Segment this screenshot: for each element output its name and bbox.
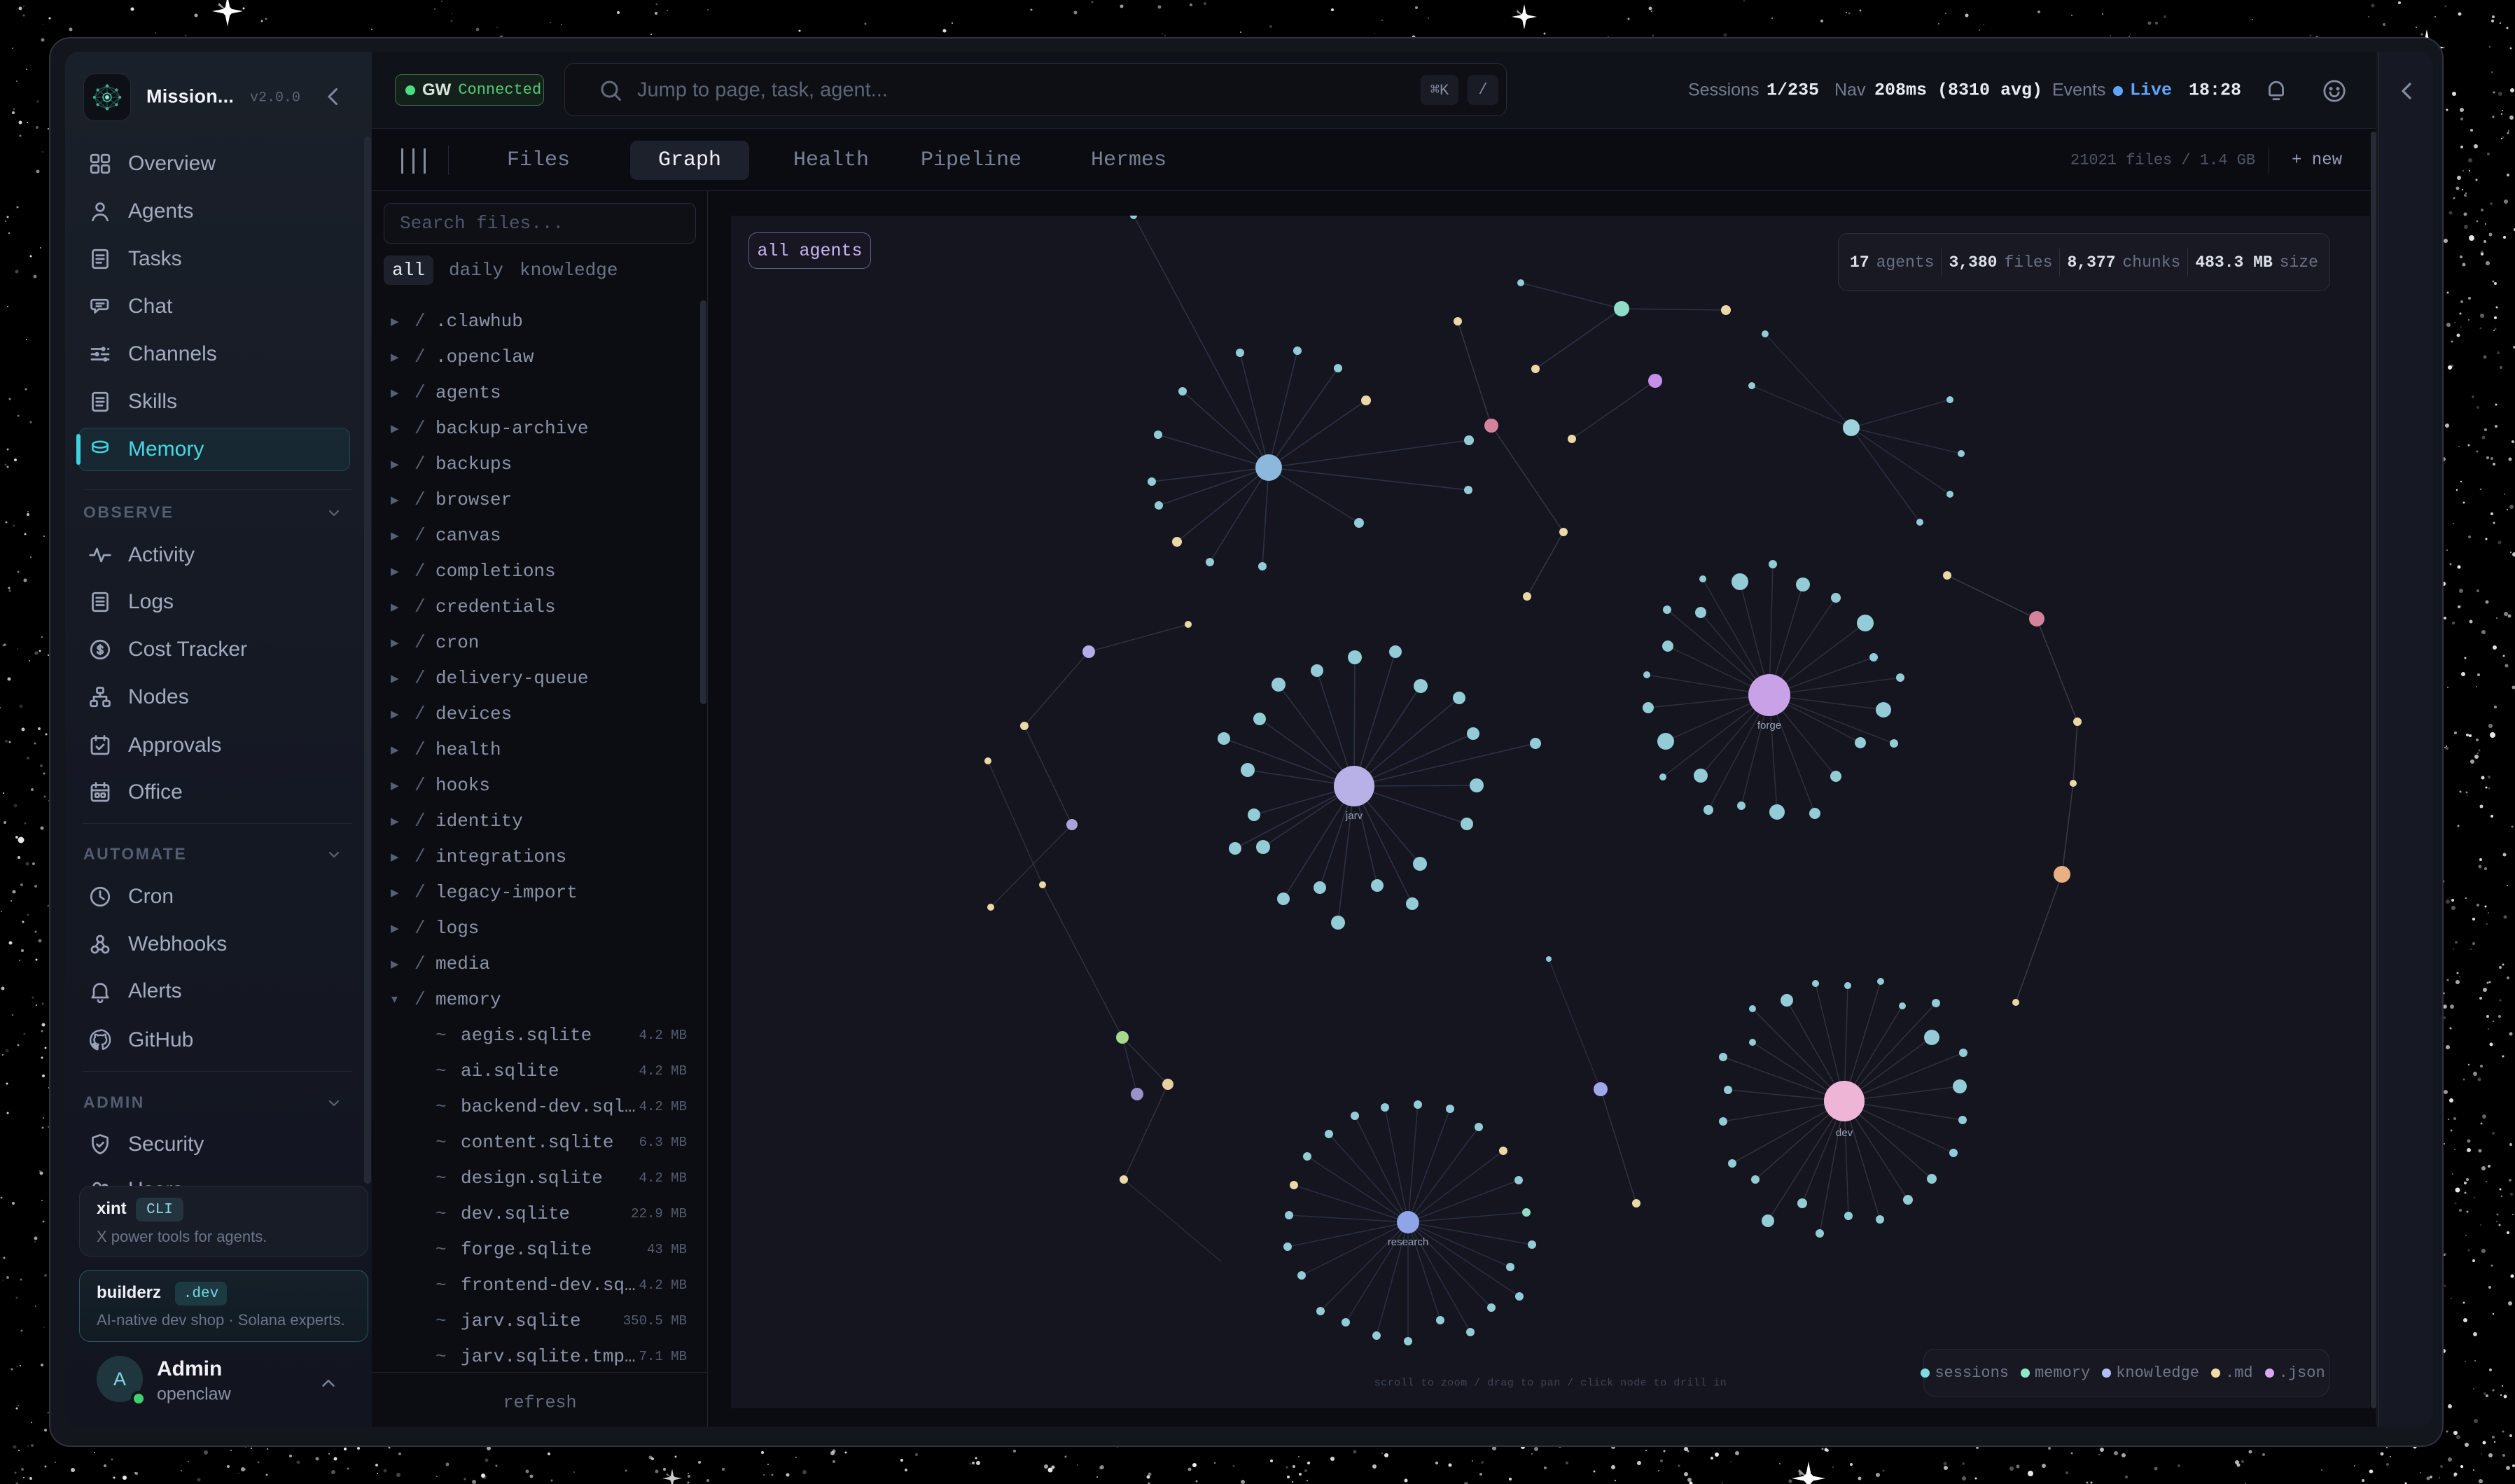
svg-text:research: research <box>1388 1236 1428 1248</box>
svg-text:forge: forge <box>1757 720 1781 732</box>
svg-text:dev: dev <box>1836 1127 1853 1139</box>
svg-text:jarv: jarv <box>1345 810 1363 822</box>
